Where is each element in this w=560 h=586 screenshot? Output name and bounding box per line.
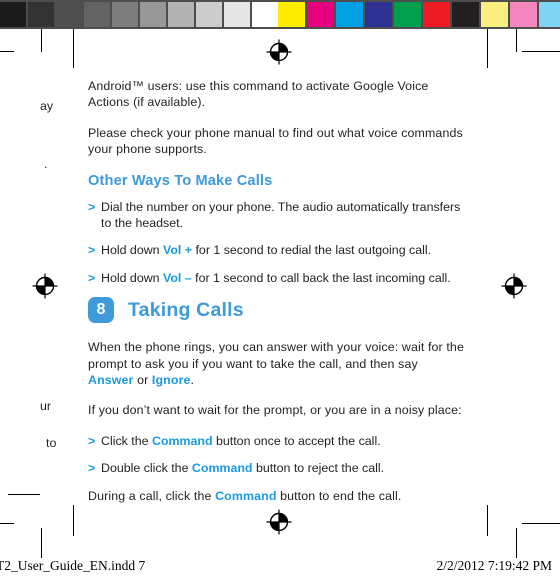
registration-target-top — [265, 38, 293, 66]
color-swatch-0 — [278, 2, 305, 27]
gray-swatch-9 — [252, 2, 278, 27]
bullet-chevron-icon: > — [88, 199, 96, 214]
bullet-text: Hold down Vol + for 1 second to redial t… — [101, 243, 431, 257]
bullet-text: Dial the number on your phone. The audio… — [101, 200, 460, 230]
section-number-badge: 8 — [88, 297, 114, 324]
bullet-vol-plus-redial: > Hold down Vol + for 1 second to redial … — [88, 242, 466, 258]
inline-emphasis: Answer — [88, 373, 134, 388]
gray-swatch-3 — [84, 2, 110, 27]
inline-text: When the phone rings, you can answer wit… — [88, 340, 464, 371]
fragment-ay: ay — [40, 99, 54, 113]
inline-text: Dial the number on your phone. The audio… — [101, 199, 461, 231]
color-swatch-9 — [539, 2, 560, 27]
inline-text: . — [190, 373, 195, 388]
crop-mark-left-bottom-horizontal — [0, 523, 14, 524]
inline-emphasis: Command — [215, 488, 277, 503]
bullet-text: Click the Command button once to accept … — [101, 434, 381, 448]
footer-timestamp: 2/2/2012 7:19:42 PM — [436, 558, 552, 573]
fragment-to: to — [46, 436, 57, 450]
inline-emphasis: Vol – — [163, 270, 192, 285]
registration-target-right — [500, 272, 528, 300]
bullet-dial-number: > Dial the number on your phone. The audi… — [88, 199, 466, 232]
inline-text: or — [133, 373, 152, 388]
gray-swatch-5 — [140, 2, 166, 27]
inline-emphasis: Vol + — [163, 243, 193, 258]
calibration-bars — [0, 0, 560, 29]
bullet-accept-call: > Click the Command button once to accept… — [88, 433, 466, 449]
color-swatch-1 — [307, 2, 334, 27]
crop-mark-bottom-left-outer — [41, 528, 42, 558]
inline-emphasis: Command — [191, 461, 253, 476]
inline-text: Click the — [101, 433, 152, 448]
bullet-text: Hold down Vol – for 1 second to call bac… — [101, 271, 451, 285]
color-swatch-4 — [394, 2, 421, 27]
gray-swatch-4 — [112, 2, 138, 27]
color-swatch-7 — [481, 2, 508, 27]
color-control-bar — [278, 0, 560, 29]
print-footer: T2_User_Guide_EN.indd 7 2/2/2012 7:19:42… — [0, 558, 560, 578]
grayscale-step-wedge — [0, 0, 278, 29]
color-swatch-5 — [423, 2, 450, 27]
inline-text: Hold down — [101, 243, 163, 258]
crop-mark-bottom-right-inner — [487, 505, 488, 536]
inline-text: button to reject the call. — [252, 461, 385, 476]
inline-emphasis: Command — [151, 433, 213, 448]
crop-mark-right-top-horizontal — [522, 51, 560, 52]
phone-manual-paragraph: Please check your phone manual to find o… — [88, 125, 463, 157]
bullet-chevron-icon: > — [88, 243, 96, 258]
gray-swatch-8 — [224, 2, 250, 27]
color-swatch-6 — [452, 2, 479, 27]
inline-emphasis: Ignore — [151, 373, 191, 388]
crop-mark-top-right-inner — [487, 29, 488, 68]
bullet-text: Double click the Command button to rejec… — [101, 461, 384, 475]
crop-mark-top-left-outer — [41, 29, 42, 52]
gray-swatch-6 — [168, 2, 194, 27]
bullet-vol-minus-callback: > Hold down Vol – for 1 second to call ba… — [88, 270, 466, 286]
crop-mark-bottom-left-inner — [73, 505, 74, 536]
crop-mark-left-bleed-horizontal — [8, 494, 40, 495]
inline-text: Hold down — [101, 270, 163, 285]
inline-text: for 1 second to call back the last incom… — [191, 270, 451, 285]
text-column: Android™ users: use this command to acti… — [88, 78, 466, 518]
inline-text: for 1 second to redial the last outgoing… — [192, 243, 432, 258]
bullet-chevron-icon: > — [88, 270, 96, 285]
crop-mark-right-bottom-horizontal — [522, 523, 560, 524]
section-header-taking-calls: 8 Taking Calls — [88, 297, 466, 324]
gray-swatch-0 — [0, 2, 26, 27]
other-ways-bullet-list: > Dial the number on your phone. The audi… — [88, 199, 466, 287]
color-swatch-2 — [336, 2, 363, 27]
taking-calls-bullet-list: > Click the Command button once to accept… — [88, 433, 466, 477]
registration-target-left — [31, 272, 59, 300]
crop-mark-top-left-inner — [73, 29, 74, 68]
color-swatch-3 — [365, 2, 392, 27]
gray-swatch-1 — [28, 2, 54, 27]
fragment-dot: . — [44, 157, 48, 171]
inline-text: button once to accept the call. — [212, 433, 381, 448]
bullet-reject-call: > Double click the Command button to reje… — [88, 460, 466, 476]
footer-filename: T2_User_Guide_EN.indd 7 — [0, 558, 146, 573]
bullet-chevron-icon: > — [88, 433, 96, 448]
inline-text: During a call, click the — [88, 488, 216, 503]
crop-mark-top-right-outer — [516, 29, 517, 52]
end-call-paragraph: During a call, click the Command button … — [88, 488, 466, 504]
gray-swatch-7 — [196, 2, 222, 27]
bullet-chevron-icon: > — [88, 461, 96, 476]
other-ways-subheading: Other Ways To Make Calls — [88, 172, 273, 189]
inline-text: Double click the — [101, 461, 192, 476]
gray-swatch-2 — [56, 2, 82, 27]
fragment-ur: ur — [40, 399, 52, 413]
taking-calls-intro-paragraph: When the phone rings, you can answer wit… — [88, 339, 466, 388]
section-title: Taking Calls — [128, 298, 244, 321]
inline-text: button to end the call. — [276, 488, 402, 503]
android-voice-actions-paragraph: Android™ users: use this command to acti… — [88, 79, 429, 110]
color-swatch-8 — [510, 2, 537, 27]
crop-mark-bottom-right-outer — [516, 528, 517, 558]
crop-mark-left-top-horizontal — [0, 51, 14, 52]
noisy-place-paragraph: If you don’t want to wait for the prompt… — [88, 403, 462, 418]
